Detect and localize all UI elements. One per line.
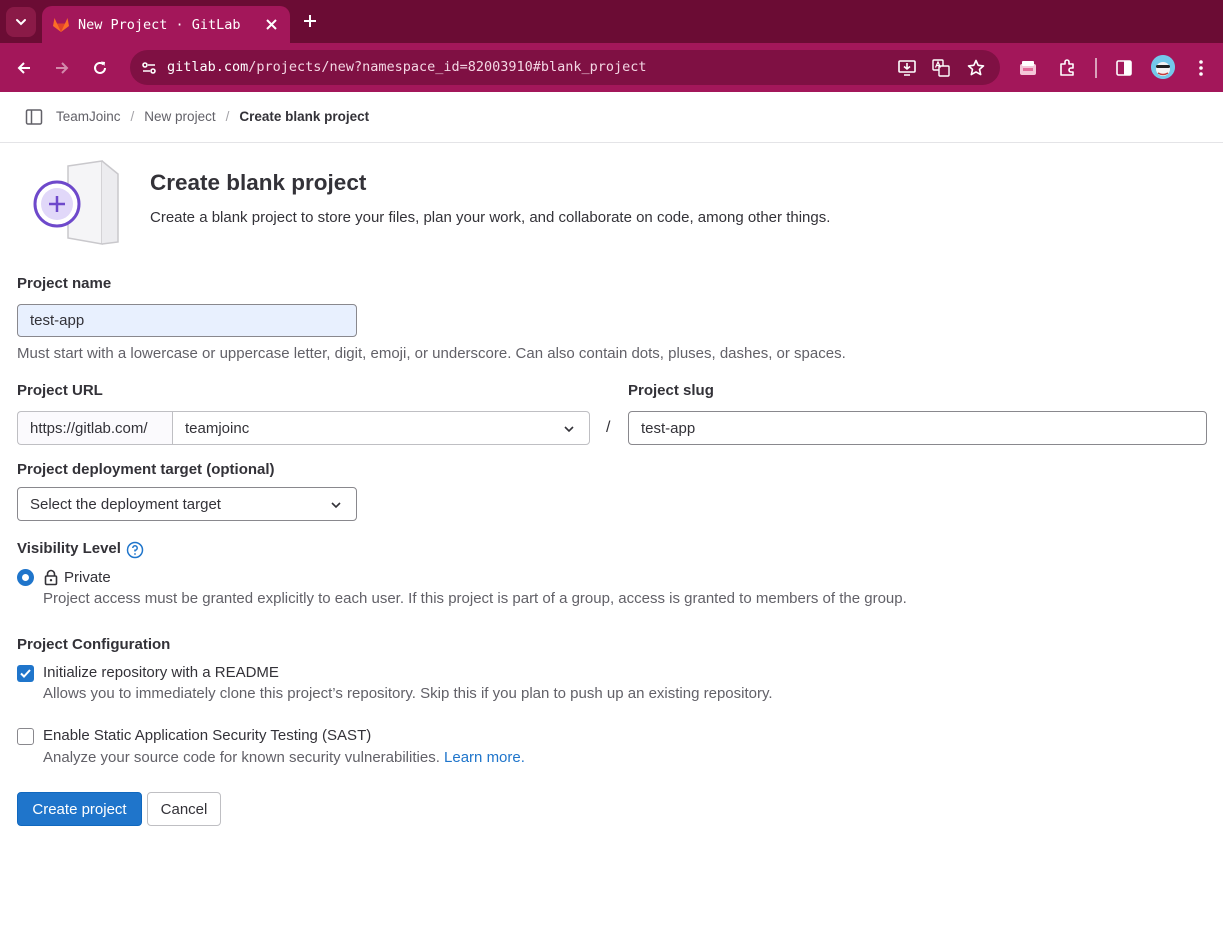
namespace-select[interactable]: teamjoinc (172, 411, 590, 445)
plus-icon (304, 15, 316, 27)
readme-label[interactable]: Initialize repository with a README (43, 664, 279, 681)
visibility-private-radio[interactable] (17, 569, 34, 586)
blank-project-illustration-icon (33, 160, 119, 245)
extension-app-icon[interactable] (1015, 55, 1041, 81)
bookmark-star-icon[interactable] (965, 57, 987, 79)
url-separator: / (606, 419, 611, 436)
url-text: gitlab.com/projects/new?namespace_id=820… (167, 59, 647, 75)
side-panel-icon[interactable] (1111, 55, 1137, 81)
page-description: Create a blank project to store your fil… (150, 209, 831, 226)
sast-help: Analyze your source code for known secur… (43, 749, 440, 766)
project-url-prefix: https://gitlab.com/ (17, 411, 172, 445)
project-url-label: Project URL (17, 382, 103, 399)
deployment-target-select[interactable]: Select the deployment target (17, 487, 357, 521)
tab-search-button[interactable] (6, 7, 36, 37)
back-button[interactable] (11, 55, 37, 81)
deployment-target-label: Project deployment target (optional) (17, 461, 275, 478)
chevron-down-icon (564, 426, 574, 433)
breadcrumb-current[interactable]: Create blank project (239, 109, 369, 124)
breadcrumb-teamjoinc[interactable]: TeamJoinc (56, 109, 121, 124)
browser-tab-active[interactable]: New Project · GitLab (42, 6, 290, 43)
new-tab-button[interactable] (300, 11, 320, 31)
forward-button[interactable] (49, 55, 75, 81)
sidebar-toggle-icon[interactable] (25, 108, 43, 126)
chevron-down-icon (331, 502, 341, 509)
visibility-private-help: Project access must be granted explicitl… (43, 590, 907, 607)
close-tab-icon[interactable] (262, 16, 280, 34)
project-configuration-label: Project Configuration (17, 636, 171, 653)
browser-menu-icon[interactable] (1188, 55, 1214, 81)
breadcrumb-separator: / (130, 109, 135, 124)
create-project-button[interactable]: Create project (17, 792, 142, 826)
project-name-input[interactable]: test-app (17, 304, 357, 337)
sast-checkbox[interactable] (17, 728, 34, 745)
breadcrumb-bar: TeamJoinc / New project / Create blank p… (0, 92, 1223, 143)
sast-help-row: Analyze your source code for known secur… (43, 749, 525, 766)
arrow-left-icon (17, 62, 30, 74)
checkmark-icon (20, 669, 31, 678)
breadcrumb-new-project[interactable]: New project (144, 109, 215, 124)
readme-checkbox[interactable] (17, 665, 34, 682)
sast-label[interactable]: Enable Static Application Security Testi… (43, 727, 371, 744)
deployment-target-value: Select the deployment target (30, 495, 221, 513)
question-circle-icon[interactable] (126, 541, 144, 559)
reload-button[interactable] (87, 55, 113, 81)
project-name-label: Project name (17, 275, 112, 292)
visibility-private-label[interactable]: Private (64, 569, 111, 586)
browser-tab-bar: New Project · GitLab (0, 0, 1223, 43)
radio-selected-dot (22, 574, 29, 581)
readme-help: Allows you to immediately clone this pro… (43, 685, 773, 702)
address-bar[interactable]: gitlab.com/projects/new?namespace_id=820… (130, 50, 1000, 85)
profile-avatar[interactable] (1151, 55, 1175, 79)
namespace-value: teamjoinc (185, 419, 250, 437)
translate-icon[interactable] (930, 57, 952, 79)
page-title: Create blank project (150, 170, 367, 195)
arrow-right-icon (56, 62, 69, 74)
chevron-down-icon (16, 19, 26, 26)
breadcrumb-separator: / (225, 109, 230, 124)
install-app-icon[interactable] (896, 57, 918, 79)
extensions-puzzle-icon[interactable] (1054, 55, 1080, 81)
project-slug-input[interactable]: test-app (628, 411, 1207, 445)
project-name-help: Must start with a lowercase or uppercase… (17, 345, 846, 362)
reload-icon (94, 61, 106, 74)
lock-icon (44, 569, 58, 586)
gitlab-logo-icon (52, 16, 70, 34)
project-slug-label: Project slug (628, 382, 714, 399)
cancel-button[interactable]: Cancel (147, 792, 221, 826)
sast-learn-more-link[interactable]: Learn more. (444, 749, 525, 766)
visibility-level-label: Visibility Level (17, 540, 121, 557)
tab-title: New Project · GitLab (78, 16, 241, 33)
site-info-icon[interactable] (138, 57, 160, 79)
toolbar-divider (1095, 58, 1097, 78)
browser-toolbar: gitlab.com/projects/new?namespace_id=820… (0, 43, 1223, 92)
breadcrumb: TeamJoinc / New project / Create blank p… (56, 109, 369, 124)
